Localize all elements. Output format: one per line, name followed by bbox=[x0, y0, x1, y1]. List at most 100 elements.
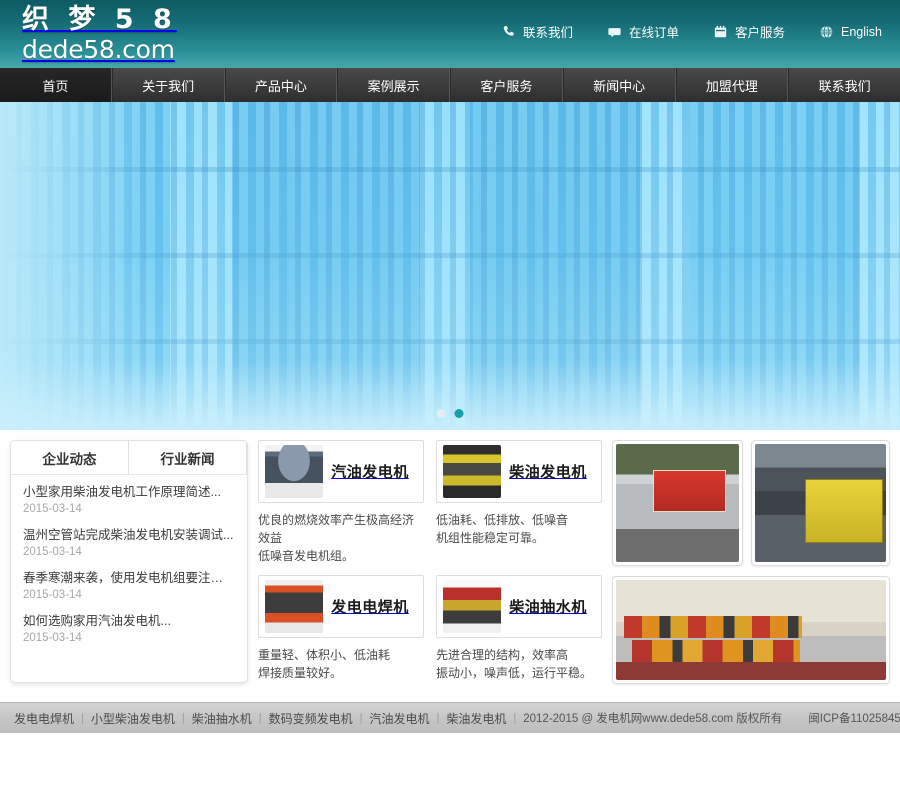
gallery-item-yellow-generator[interactable] bbox=[751, 440, 890, 566]
product-name: 发电电焊机 bbox=[323, 596, 417, 617]
yellow-silent-generator-photo bbox=[755, 444, 886, 562]
footer-copyright: 2012-2015 @ 发电机网www.dede58.com 版权所有 bbox=[523, 710, 782, 726]
news-list-item: 春季寒潮来袭，使用发电机组要注意什么... 2015-03-14 bbox=[23, 570, 235, 604]
nav-item-customer-service[interactable]: 客户服务 bbox=[450, 68, 563, 102]
main-content: 企业动态 行业新闻 小型家用柴油发电机工作原理简述... 2015-03-14 … bbox=[0, 430, 900, 702]
header-link-contact-us[interactable]: 联系我们 bbox=[501, 22, 573, 41]
generator-showroom-warehouse-photo bbox=[616, 580, 886, 680]
welding-generator-thumb-icon bbox=[265, 580, 323, 633]
product-description: 先进合理的结构，效率高 振动小，噪声低，运行平稳。 bbox=[436, 646, 602, 682]
nav-item-contact-us[interactable]: 联系我们 bbox=[788, 68, 900, 102]
nav-item-home[interactable]: 首页 bbox=[0, 68, 112, 102]
gallery-item-truck[interactable] bbox=[612, 440, 743, 566]
hero-bottom-fade bbox=[0, 360, 900, 430]
news-list: 小型家用柴油发电机工作原理简述... 2015-03-14 温州空管站完成柴油发… bbox=[11, 475, 247, 656]
news-tab-industry-news[interactable]: 行业新闻 bbox=[129, 441, 247, 474]
footer-link-small-diesel-generator[interactable]: 小型柴油发电机 bbox=[91, 710, 175, 727]
main-navigation: 首页 关于我们 产品中心 案例展示 客户服务 新闻中心 加盟代理 联系我们 bbox=[0, 68, 900, 102]
news-tab-company-news[interactable]: 企业动态 bbox=[11, 441, 129, 474]
carousel-dot-2[interactable] bbox=[455, 409, 464, 418]
logo-domain-text: dede58.com bbox=[22, 36, 177, 64]
chat-icon bbox=[607, 25, 622, 39]
header-link-online-order-label: 在线订单 bbox=[629, 22, 679, 41]
gallery-item-showroom[interactable] bbox=[612, 576, 890, 684]
header-link-english-label: English bbox=[841, 25, 882, 39]
news-list-item: 温州空管站完成柴油发电机安装调试... 2015-03-14 bbox=[23, 527, 235, 561]
product-card[interactable]: 发电电焊机 bbox=[258, 575, 424, 638]
news-list-item: 如何选购家用汽油发电机... 2015-03-14 bbox=[23, 613, 235, 647]
product-desc-line-1: 低油耗、低排放、低噪音 bbox=[436, 511, 602, 529]
product-desc-line-2: 振动小，噪声低，运行平稳。 bbox=[436, 664, 602, 682]
news-item-title[interactable]: 小型家用柴油发电机工作原理简述... bbox=[23, 484, 235, 501]
carousel-dots bbox=[437, 409, 464, 418]
diesel-water-pump-thumb-icon bbox=[443, 580, 501, 633]
site-logo[interactable]: 织 梦 5 8 dede58.com bbox=[22, 4, 177, 64]
product-grid: 汽油发电机 优良的燃烧效率产生极高经济效益 低噪音发电机组。 柴油发电机 低油耗… bbox=[258, 440, 602, 702]
site-footer: 发电电焊机 | 小型柴油发电机 | 柴油抽水机 | 数码变频发电机 | 汽油发电… bbox=[0, 702, 900, 733]
product-desc-line-1: 先进合理的结构，效率高 bbox=[436, 646, 602, 664]
footer-link-diesel-water-pump[interactable]: 柴油抽水机 bbox=[192, 710, 252, 727]
news-item-date: 2015-03-14 bbox=[23, 587, 235, 604]
product-item-gasoline-generator: 汽油发电机 优良的燃烧效率产生极高经济效益 低噪音发电机组。 bbox=[258, 440, 424, 565]
product-description: 重量轻、体积小、低油耗 焊接质量较好。 bbox=[258, 646, 424, 682]
product-item-diesel-water-pump: 柴油抽水机 先进合理的结构，效率高 振动小，噪声低，运行平稳。 bbox=[436, 575, 602, 682]
news-tab-bar: 企业动态 行业新闻 bbox=[11, 441, 247, 475]
product-item-welding-generator: 发电电焊机 重量轻、体积小、低油耗 焊接质量较好。 bbox=[258, 575, 424, 682]
gasoline-generator-thumb-icon bbox=[265, 445, 323, 498]
footer-separator: | bbox=[430, 712, 447, 724]
news-item-title[interactable]: 温州空管站完成柴油发电机安装调试... bbox=[23, 527, 235, 544]
footer-link-gasoline-generator[interactable]: 汽油发电机 bbox=[370, 710, 430, 727]
nav-item-news-center[interactable]: 新闻中心 bbox=[563, 68, 676, 102]
product-card[interactable]: 柴油发电机 bbox=[436, 440, 602, 503]
nav-item-about-us[interactable]: 关于我们 bbox=[112, 68, 225, 102]
footer-separator: | bbox=[353, 712, 370, 724]
footer-link-list: 发电电焊机 | 小型柴油发电机 | 柴油抽水机 | 数码变频发电机 | 汽油发电… bbox=[14, 710, 523, 727]
product-desc-line-1: 重量轻、体积小、低油耗 bbox=[258, 646, 424, 664]
news-item-date: 2015-03-14 bbox=[23, 544, 235, 561]
footer-separator: | bbox=[74, 712, 91, 724]
product-name: 柴油抽水机 bbox=[501, 596, 595, 617]
footer-icp-license: 闽ICP备11025845号 bbox=[808, 710, 900, 726]
product-card[interactable]: 汽油发电机 bbox=[258, 440, 424, 503]
site-header: 织 梦 5 8 dede58.com 联系我们 在线订单 bbox=[0, 0, 900, 68]
footer-link-diesel-generator[interactable]: 柴油发电机 bbox=[446, 710, 506, 727]
footer-right-block: 2012-2015 @ 发电机网www.dede58.com 版权所有 闽ICP… bbox=[523, 710, 900, 726]
nav-item-franchise-agency[interactable]: 加盟代理 bbox=[676, 68, 789, 102]
calendar-icon bbox=[713, 25, 728, 39]
header-link-online-order[interactable]: 在线订单 bbox=[607, 22, 679, 41]
footer-separator: | bbox=[506, 712, 523, 724]
news-item-title[interactable]: 春季寒潮来袭，使用发电机组要注意什么... bbox=[23, 570, 235, 587]
news-item-date: 2015-03-14 bbox=[23, 630, 235, 647]
photo-gallery bbox=[612, 440, 890, 702]
product-desc-line-2: 机组性能稳定可靠。 bbox=[436, 529, 602, 547]
header-link-contact-us-label: 联系我们 bbox=[523, 22, 573, 41]
nav-item-case-showcase[interactable]: 案例展示 bbox=[337, 68, 450, 102]
gallery-top-row bbox=[612, 440, 890, 566]
product-desc-line-2: 焊接质量较好。 bbox=[258, 664, 424, 682]
globe-icon bbox=[819, 25, 834, 39]
product-desc-line-1: 优良的燃烧效率产生极高经济效益 bbox=[258, 511, 424, 547]
header-link-customer-service[interactable]: 客户服务 bbox=[713, 22, 785, 41]
news-panel: 企业动态 行业新闻 小型家用柴油发电机工作原理简述... 2015-03-14 … bbox=[10, 440, 248, 683]
footer-whitespace bbox=[0, 733, 900, 807]
product-name: 柴油发电机 bbox=[501, 461, 595, 482]
phone-icon bbox=[501, 25, 516, 39]
footer-link-welding-generator[interactable]: 发电电焊机 bbox=[14, 710, 74, 727]
footer-link-digital-inverter-generator[interactable]: 数码变频发电机 bbox=[269, 710, 353, 727]
news-item-title[interactable]: 如何选购家用汽油发电机... bbox=[23, 613, 235, 630]
header-utility-links: 联系我们 在线订单 客户服务 En bbox=[501, 22, 882, 41]
nav-item-product-center[interactable]: 产品中心 bbox=[225, 68, 338, 102]
product-description: 低油耗、低排放、低噪音 机组性能稳定可靠。 bbox=[436, 511, 602, 547]
carousel-dot-1[interactable] bbox=[437, 409, 446, 418]
product-card[interactable]: 柴油抽水机 bbox=[436, 575, 602, 638]
header-link-customer-service-label: 客户服务 bbox=[735, 22, 785, 41]
product-desc-line-2: 低噪音发电机组。 bbox=[258, 547, 424, 565]
product-description: 优良的燃烧效率产生极高经济效益 低噪音发电机组。 bbox=[258, 511, 424, 565]
product-name: 汽油发电机 bbox=[323, 461, 417, 482]
footer-separator: | bbox=[252, 712, 269, 724]
header-link-english[interactable]: English bbox=[819, 25, 882, 39]
footer-separator: | bbox=[175, 712, 192, 724]
product-item-diesel-generator: 柴油发电机 低油耗、低排放、低噪音 机组性能稳定可靠。 bbox=[436, 440, 602, 565]
news-list-item: 小型家用柴油发电机工作原理简述... 2015-03-14 bbox=[23, 484, 235, 518]
hero-carousel[interactable] bbox=[0, 102, 900, 430]
